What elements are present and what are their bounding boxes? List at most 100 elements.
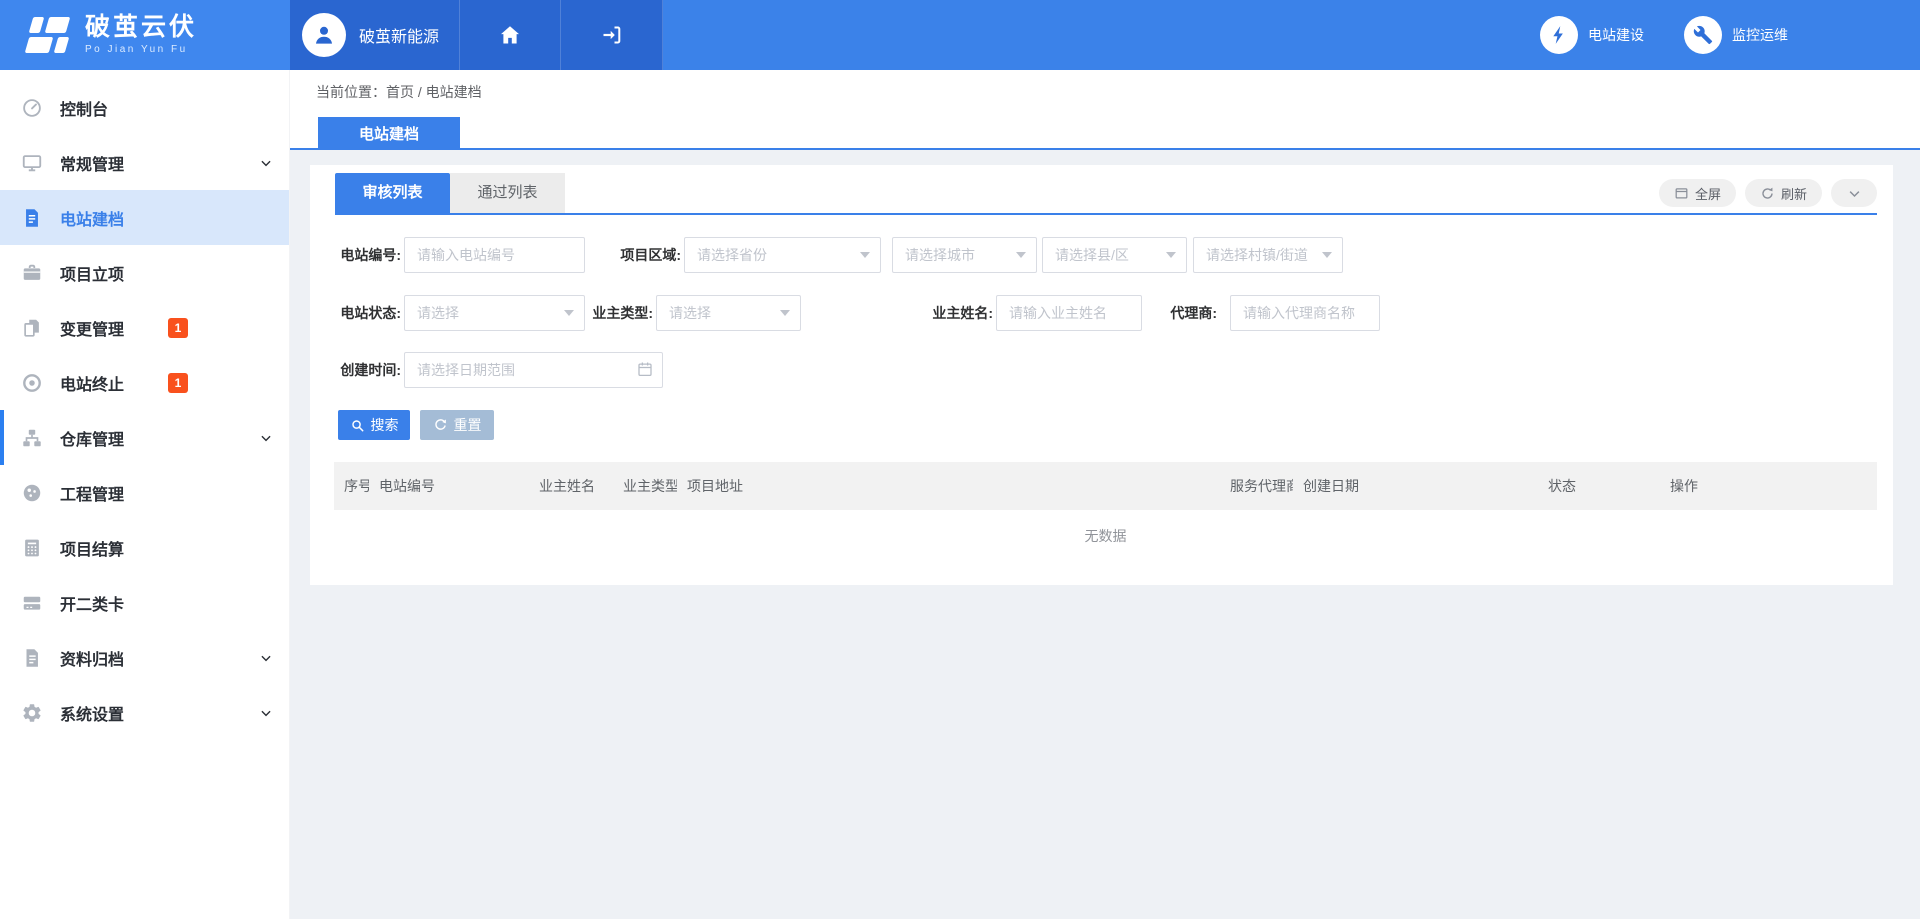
city-select[interactable]: 请选择城市 bbox=[892, 237, 1037, 273]
station-status-select[interactable]: 请选择 bbox=[404, 295, 585, 331]
caret-down-icon bbox=[1016, 252, 1026, 258]
nav-monitor-ops[interactable]: 监控运维 bbox=[1684, 16, 1788, 54]
main-content: 当前位置：首页 / 电站建档 电站建档 审核列表 通过列表 全屏 刷新 bbox=[290, 70, 1920, 919]
sidebar-label: 开二类卡 bbox=[60, 591, 124, 615]
col-status: 状态 bbox=[1538, 462, 1660, 510]
breadcrumb-path[interactable]: 首页 / 电站建档 bbox=[386, 84, 482, 100]
sidebar-item-engineering-mgmt[interactable]: 工程管理 bbox=[0, 465, 289, 520]
sidebar-label: 项目结算 bbox=[60, 536, 124, 560]
reset-button[interactable]: 重置 bbox=[420, 410, 494, 440]
province-placeholder: 请选择省份 bbox=[697, 245, 767, 265]
agent-label: 代理商: bbox=[1155, 295, 1217, 331]
person-icon bbox=[311, 22, 337, 48]
company-name: 破茧新能源 bbox=[359, 23, 439, 47]
col-project-address: 项目地址 bbox=[677, 462, 1220, 510]
refresh-button[interactable]: 刷新 bbox=[1745, 179, 1822, 207]
empty-state: 无数据 bbox=[334, 510, 1877, 562]
wrench-icon bbox=[1684, 16, 1722, 54]
create-time-label: 创建时间: bbox=[335, 352, 401, 388]
owner-name-input[interactable] bbox=[996, 295, 1142, 331]
sidebar-item-data-archive[interactable]: 资料归档 bbox=[0, 630, 289, 685]
home-button[interactable] bbox=[460, 0, 561, 70]
station-status-label: 电站状态: bbox=[335, 295, 401, 331]
user-account[interactable]: 破茧新能源 bbox=[290, 0, 460, 70]
caret-down-icon bbox=[780, 310, 790, 316]
archive-document-icon bbox=[21, 646, 45, 670]
reset-button-label: 重置 bbox=[454, 415, 482, 435]
sidebar-label: 资料归档 bbox=[60, 646, 124, 670]
sidebar-label: 电站建档 bbox=[60, 206, 124, 230]
sidebar-label: 项目立项 bbox=[60, 261, 124, 285]
header-middle-section: 破茧新能源 bbox=[290, 0, 663, 70]
caret-down-icon bbox=[564, 310, 574, 316]
sidebar-item-general-mgmt[interactable]: 常规管理 bbox=[0, 135, 289, 190]
brand-logo-icon bbox=[26, 15, 70, 55]
chevron-down-icon bbox=[1847, 186, 1862, 201]
page-tab-station-filing[interactable]: 电站建档 bbox=[318, 117, 460, 150]
agent-input[interactable] bbox=[1230, 295, 1380, 331]
chevron-down-icon bbox=[259, 156, 273, 170]
county-placeholder: 请选择县/区 bbox=[1055, 245, 1129, 265]
briefcase-icon bbox=[21, 261, 45, 285]
owner-type-label: 业主类型: bbox=[587, 295, 653, 331]
gear-icon bbox=[21, 701, 45, 725]
sidebar-item-system-settings[interactable]: 系统设置 bbox=[0, 685, 289, 740]
refresh-icon bbox=[1760, 186, 1775, 201]
sidebar-item-station-filing[interactable]: 电站建档 bbox=[0, 190, 289, 245]
date-range-input[interactable] bbox=[404, 352, 663, 388]
status-placeholder: 请选择 bbox=[417, 303, 459, 323]
brand-subtitle: Po Jian Yun Fu bbox=[85, 44, 197, 55]
chevron-down-icon bbox=[259, 651, 273, 665]
breadcrumb: 当前位置：首页 / 电站建档 bbox=[316, 82, 482, 102]
sidebar-label: 电站终止 bbox=[60, 371, 124, 395]
owner-name-label: 业主姓名: bbox=[927, 295, 993, 331]
sidebar-item-project-initiation[interactable]: 项目立项 bbox=[0, 245, 289, 300]
document-icon bbox=[21, 206, 45, 230]
home-icon bbox=[498, 23, 522, 47]
caret-down-icon bbox=[1322, 252, 1332, 258]
card-icon bbox=[21, 591, 45, 615]
count-badge: 1 bbox=[168, 318, 188, 338]
sidebar: 控制台 常规管理 电站建档 项目立项 bbox=[0, 70, 290, 919]
owner-type-placeholder: 请选择 bbox=[669, 303, 711, 323]
county-select[interactable]: 请选择县/区 bbox=[1042, 237, 1187, 273]
owner-type-select[interactable]: 请选择 bbox=[656, 295, 801, 331]
panel-tabs: 审核列表 通过列表 bbox=[335, 173, 1877, 215]
tab-review-list[interactable]: 审核列表 bbox=[335, 173, 450, 213]
sidebar-item-open-card[interactable]: 开二类卡 bbox=[0, 575, 289, 630]
col-owner-name: 业主姓名 bbox=[529, 462, 613, 510]
calendar-icon bbox=[636, 360, 654, 378]
station-no-input[interactable] bbox=[404, 237, 585, 273]
sidebar-item-change-mgmt[interactable]: 变更管理 1 bbox=[0, 300, 289, 355]
village-select[interactable]: 请选择村镇/街道 bbox=[1193, 237, 1343, 273]
lightning-icon bbox=[1540, 16, 1578, 54]
fullscreen-icon bbox=[1674, 186, 1689, 201]
collapse-button[interactable] bbox=[1831, 179, 1877, 207]
brand-logo: 破茧云伏 Po Jian Yun Fu bbox=[0, 0, 290, 70]
col-owner-type: 业主类型 bbox=[613, 462, 677, 510]
monitor-icon bbox=[21, 151, 45, 175]
chevron-down-icon bbox=[259, 706, 273, 720]
nav-monitor-ops-label: 监控运维 bbox=[1732, 25, 1788, 45]
col-create-date: 创建日期 bbox=[1293, 462, 1538, 510]
sidebar-label: 仓库管理 bbox=[60, 426, 124, 450]
dashboard-icon bbox=[21, 481, 45, 505]
search-button[interactable]: 搜索 bbox=[338, 410, 410, 440]
results-table: 序号 电站编号 业主姓名 业主类型 项目地址 服务代理商 创建日期 状态 操作 … bbox=[334, 462, 1877, 562]
tab-approved-list[interactable]: 通过列表 bbox=[450, 173, 565, 213]
breadcrumb-label: 当前位置： bbox=[316, 84, 386, 100]
nav-station-build[interactable]: 电站建设 bbox=[1540, 16, 1644, 54]
gauge-icon bbox=[21, 96, 45, 120]
sidebar-item-console[interactable]: 控制台 bbox=[0, 80, 289, 135]
app-root: 破茧云伏 Po Jian Yun Fu 破茧新能源 bbox=[0, 0, 1920, 919]
sidebar-item-warehouse-mgmt[interactable]: 仓库管理 bbox=[0, 410, 289, 465]
search-icon bbox=[350, 418, 365, 433]
sidebar-item-project-settlement[interactable]: 项目结算 bbox=[0, 520, 289, 575]
nav-station-build-label: 电站建设 bbox=[1588, 25, 1644, 45]
logout-button[interactable] bbox=[561, 0, 663, 70]
sidebar-item-station-termination[interactable]: 电站终止 1 bbox=[0, 355, 289, 410]
fullscreen-button[interactable]: 全屏 bbox=[1659, 179, 1736, 207]
province-select[interactable]: 请选择省份 bbox=[684, 237, 881, 273]
station-no-label: 电站编号: bbox=[335, 237, 401, 273]
record-circle-icon bbox=[21, 371, 45, 395]
